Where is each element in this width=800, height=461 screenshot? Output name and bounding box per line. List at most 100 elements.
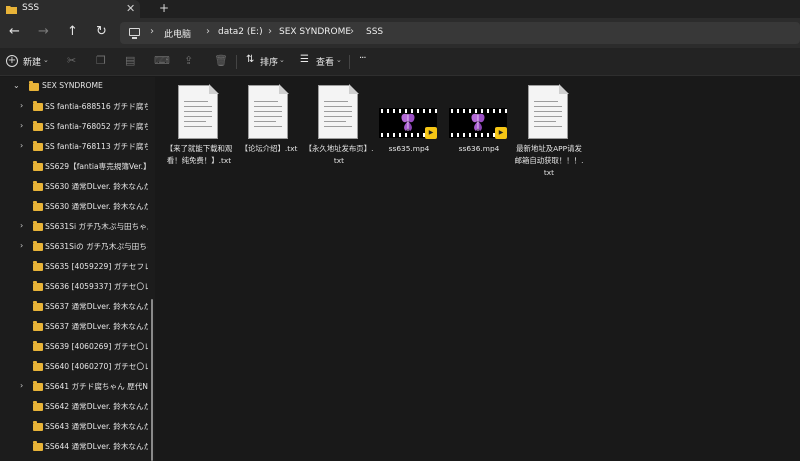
folder-icon <box>33 341 43 351</box>
file-name: 【来了就能下载和观看！纯免费！】.txt <box>165 144 233 165</box>
tree-item[interactable]: › SS641 ガチド腐ちゃん 歴代Nc <box>0 377 150 397</box>
play-badge-icon: ▶ <box>425 127 437 139</box>
file-list: 【来了就能下载和观看！纯免费！】.txt 【论坛介绍】.txt 【永久地址发布页… <box>158 77 800 461</box>
folder-icon <box>33 101 43 111</box>
folder-icon <box>33 441 43 451</box>
tree-item[interactable]: SS636 [4059337] ガチセ〇レ <box>0 277 150 297</box>
breadcrumb-sex-syndrome[interactable]: SEX SYNDROME <box>279 27 351 37</box>
chevron-right-icon[interactable]: › <box>20 221 23 230</box>
tree-item[interactable]: SS643 通常DLver. 鈴木なんか <box>0 417 150 437</box>
file-name: 最新地址及APP请发邮箱自动获取！！！.txt <box>514 144 584 177</box>
chevron-right-icon[interactable]: › <box>20 381 23 390</box>
text-file-icon <box>318 84 359 139</box>
tree-item-label: SS631Si ガチ乃木ぷ与田ちゃん <box>45 222 148 231</box>
folder-icon <box>33 221 43 231</box>
view-icon: ☰ <box>300 54 309 65</box>
file-name: ss636.mp4 <box>458 144 500 153</box>
folder-icon <box>33 401 43 411</box>
text-file-icon <box>178 84 219 139</box>
folder-icon <box>33 141 43 151</box>
folder-icon <box>33 281 43 291</box>
delete-icon[interactable]: 🗑 <box>214 54 228 67</box>
tree-item-label: SS637 通常DLver. 鈴木なんか <box>45 322 148 331</box>
tree-item[interactable]: SS630 通常DLver. 鈴木なんか <box>0 177 150 197</box>
breadcrumb-sss[interactable]: SSS <box>366 27 383 37</box>
chevron-right-icon[interactable]: › <box>20 141 23 150</box>
tree-item[interactable]: SS640 [4060270] ガチセ〇レ <box>0 357 150 377</box>
tree-item-label: SEX SYNDROME <box>42 81 103 90</box>
tree-item[interactable]: SS637 通常DLver. 鈴木なんか <box>0 317 150 337</box>
file-name: ss635.mp4 <box>388 144 430 153</box>
file-name: 【永久地址发布页】.txt <box>304 144 374 165</box>
tree-item-label: SS636 [4059337] ガチセ〇レ <box>45 282 148 291</box>
tree-item[interactable]: SS629【fantia専売規簿Ver.】 <box>0 157 150 177</box>
tab-bar: SSS ✕ + <box>0 0 800 18</box>
sort-icon: ⇅ <box>246 54 255 65</box>
tree-item[interactable]: › SS631Siの ガチ乃木ぷ与田ちゃ <box>0 237 150 257</box>
chevron-right-icon[interactable]: › <box>20 241 23 250</box>
tree-item-label: SS631Siの ガチ乃木ぷ与田ちゃ <box>45 242 148 251</box>
toolbar-divider <box>349 55 350 69</box>
tree-item[interactable]: SS642 通常DLver. 鈴木なんか <box>0 397 150 417</box>
folder-icon <box>33 381 43 391</box>
share-icon[interactable]: ⇪ <box>184 54 193 67</box>
video-file-icon: ▶ <box>379 108 437 142</box>
tree-item-label: SS641 ガチド腐ちゃん 歴代Nc <box>45 382 148 391</box>
up-arrow-icon[interactable]: ↑ <box>67 25 78 39</box>
breadcrumb-drive[interactable]: data2 (E:) <box>218 27 263 37</box>
play-badge-icon: ▶ <box>495 127 507 139</box>
chevron-right-icon[interactable]: › <box>20 121 23 130</box>
more-options-icon[interactable]: ··· <box>359 53 366 64</box>
close-icon[interactable]: ✕ <box>126 2 135 15</box>
tree-item-label: SS fantia-768113 ガチド腐ちゃ <box>45 142 148 151</box>
copy-icon[interactable]: ❐ <box>96 54 106 67</box>
cut-icon[interactable]: ✂ <box>67 54 76 67</box>
tree-item-label: SS643 通常DLver. 鈴木なんか <box>45 422 148 431</box>
chevron-down-icon: ⌄ <box>279 56 285 64</box>
tree-item[interactable]: › SS fantia-688516 ガチド腐ちゃ <box>0 97 150 117</box>
tree-item[interactable]: › SS fantia-768113 ガチド腐ちゃ <box>0 137 150 157</box>
chevron-right-icon: › <box>150 26 154 37</box>
plus-circle-icon: + <box>6 55 18 67</box>
chevron-right-icon[interactable]: › <box>20 101 23 110</box>
tree-item[interactable]: › SS fantia-768052 ガチド腐ちゃ <box>0 117 150 137</box>
tree-item[interactable]: SS637 通常DLver. 鈴木なんか <box>0 297 150 317</box>
breadcrumb-this-pc[interactable]: 此电脑 <box>164 27 191 40</box>
scrollbar[interactable] <box>151 299 153 461</box>
paste-icon[interactable]: ▤ <box>125 54 135 67</box>
tree-item[interactable]: › SS631Si ガチ乃木ぷ与田ちゃん <box>0 217 150 237</box>
navigation-pane: ⌄ SEX SYNDROME › SS fantia-688516 ガチド腐ちゃ ›… <box>0 77 155 461</box>
tab-title: SSS <box>22 3 40 13</box>
forward-arrow-icon[interactable]: → <box>38 25 49 39</box>
address-bar[interactable]: › 此电脑 › data2 (E:) › SEX SYNDROME › SSS <box>120 22 800 44</box>
refresh-icon[interactable]: ↻ <box>96 25 107 39</box>
text-file-icon <box>248 84 289 139</box>
sort-button-label: 排序 <box>260 58 279 68</box>
folder-icon <box>33 421 43 431</box>
folder-icon <box>33 161 43 171</box>
folder-icon <box>6 6 17 14</box>
chevron-down-icon[interactable]: ⌄ <box>13 81 20 90</box>
tree-item[interactable]: SS639 [4060269] ガチセ〇レ <box>0 337 150 357</box>
tree-item[interactable]: SS630 通常DLver. 鈴木なんか <box>0 197 150 217</box>
back-arrow-icon[interactable]: ← <box>9 25 20 39</box>
tree-item[interactable]: SS635 [4059229] ガチセフレ <box>0 257 150 277</box>
tree-item-label: SS630 通常DLver. 鈴木なんか <box>45 202 148 211</box>
tab-sss[interactable]: SSS ✕ <box>0 0 140 18</box>
chevron-right-icon: › <box>350 26 354 37</box>
folder-icon <box>33 361 43 371</box>
new-tab-icon[interactable]: + <box>159 1 169 15</box>
chevron-down-icon: ⌄ <box>336 56 342 64</box>
command-bar: + 新建 ⌄ ✂ ❐ ▤ ⌨ ⇪ 🗑 ⇅ 排序 ⌄ ☰ 查看 ⌄ ··· <box>0 48 800 76</box>
folder-icon <box>33 181 43 191</box>
chevron-right-icon: › <box>268 26 272 37</box>
folder-icon <box>33 261 43 271</box>
toolbar-divider <box>236 55 237 69</box>
tree-item-root[interactable]: ⌄ SEX SYNDROME <box>0 77 150 97</box>
tree-item-label: SS642 通常DLver. 鈴木なんか <box>45 402 148 411</box>
rename-icon[interactable]: ⌨ <box>154 54 170 67</box>
tree-item-label: SS640 [4060270] ガチセ〇レ <box>45 362 148 371</box>
moth-thumbnail <box>401 113 415 131</box>
folder-icon <box>33 241 43 251</box>
tree-item[interactable]: SS644 通常DLver. 鈴木なんか <box>0 437 150 457</box>
